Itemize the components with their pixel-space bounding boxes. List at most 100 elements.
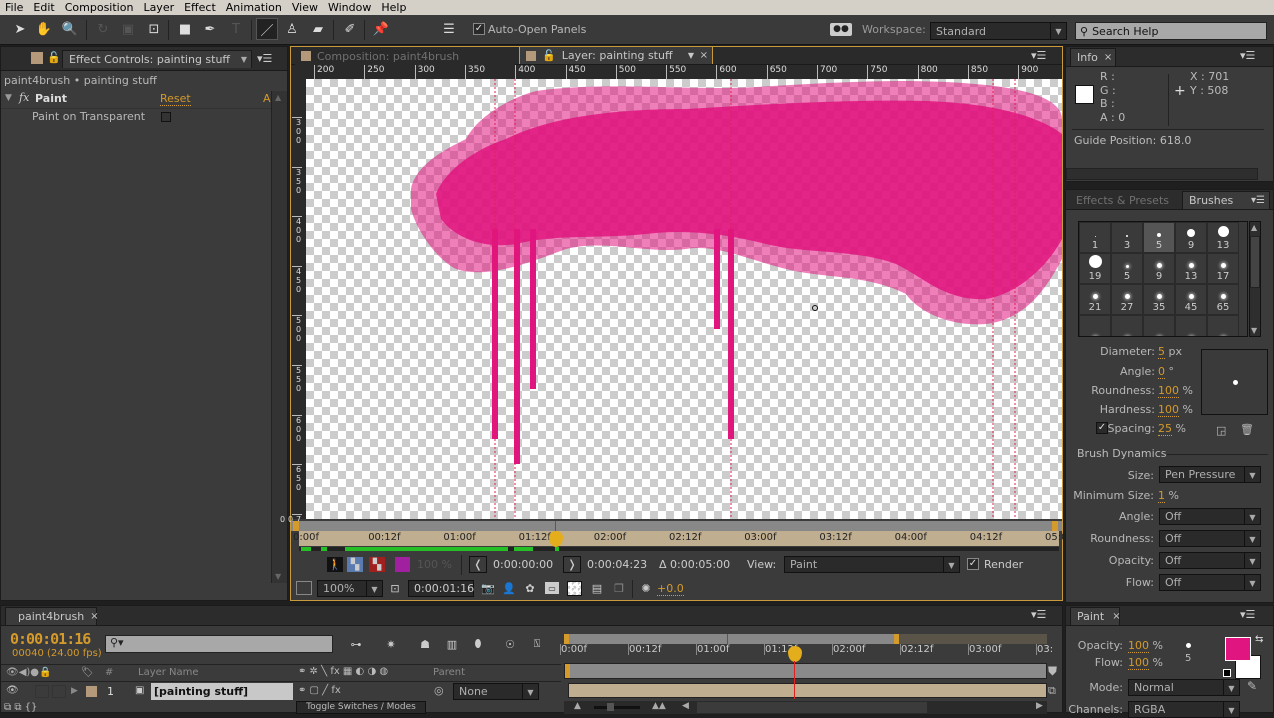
- new-brush-icon[interactable]: ◲: [1216, 424, 1226, 437]
- menu-file[interactable]: File: [0, 1, 28, 14]
- timeline-bottom-icons[interactable]: ⧉ ⧉ {}: [4, 702, 37, 713]
- tab-effects-presets[interactable]: Effects & Presets: [1070, 191, 1178, 209]
- scroll-up-icon[interactable]: ▲: [275, 93, 281, 102]
- swap-colors-icon[interactable]: ⇆: [1255, 634, 1263, 645]
- menu-edit[interactable]: Edit: [28, 1, 59, 14]
- region-of-interest-icon[interactable]: ⊡: [387, 581, 403, 596]
- brush-preset[interactable]: 19: [1079, 253, 1111, 284]
- effect-controls-scrollbar[interactable]: ▲ ▼: [271, 91, 287, 583]
- rectangle-tool-icon[interactable]: ■: [174, 18, 196, 40]
- hardness-value[interactable]: 100: [1158, 403, 1179, 417]
- exposure-icon[interactable]: ✺: [638, 581, 654, 596]
- workspace-dropdown[interactable]: Standard ▼: [930, 22, 1067, 40]
- paint-on-transparent-checkbox[interactable]: [161, 112, 171, 122]
- paint-mode-dropdown[interactable]: Normal ▼: [1128, 679, 1240, 696]
- panel-menu-icon[interactable]: ▾☰: [1240, 608, 1255, 621]
- panel-menu-icon[interactable]: ▾☰: [1240, 49, 1255, 62]
- min-size-field[interactable]: 1 %: [1158, 489, 1179, 503]
- viewer-time-ruler[interactable]: 0:00f 00:12f 01:00f 01:12f 02:00f 02:12f 03:00…: [293, 531, 1074, 546]
- panel-menu-icon[interactable]: ▾☰: [1031, 49, 1046, 62]
- scroll-down-icon[interactable]: ▼: [1251, 326, 1257, 335]
- zoom-in-icon[interactable]: ▲▲: [652, 701, 666, 711]
- channels-icon[interactable]: ✿: [522, 581, 538, 596]
- roto-brush-tool-icon[interactable]: ✐: [339, 18, 361, 40]
- brush-preset[interactable]: 65: [1207, 284, 1239, 315]
- pan-behind-tool-icon[interactable]: ⊡: [143, 18, 165, 40]
- chevron-down-icon[interactable]: ▼: [688, 51, 694, 60]
- close-icon[interactable]: ×: [1112, 611, 1120, 622]
- dyn-flow-dropdown[interactable]: Off ▼: [1159, 574, 1261, 591]
- layer-canvas[interactable]: [306, 79, 1062, 519]
- dyn-angle-dropdown[interactable]: Off ▼: [1159, 508, 1261, 525]
- menu-effect[interactable]: Effect: [179, 1, 221, 14]
- type-tool-icon[interactable]: T: [225, 18, 247, 40]
- snapshot-camera-icon[interactable]: 📷: [480, 581, 496, 596]
- layer-marker-icon[interactable]: ⧉: [1048, 684, 1056, 698]
- scroll-right-icon[interactable]: ▶: [1036, 701, 1043, 711]
- timeline-navigator-bar[interactable]: [564, 634, 1047, 644]
- tab-paint[interactable]: Paint ×: [1070, 607, 1121, 625]
- scroll-thumb[interactable]: [1250, 236, 1260, 288]
- paint-flow-value[interactable]: 100: [1128, 656, 1149, 670]
- fx-icon[interactable]: fx: [19, 91, 29, 104]
- onion-skin-icon[interactable]: ▚: [347, 557, 363, 572]
- zoom-tool-icon[interactable]: 🔍: [59, 18, 81, 40]
- work-area-start-handle[interactable]: [293, 521, 299, 531]
- brush-preset[interactable]: 5: [1111, 253, 1143, 284]
- brush-preset[interactable]: [1207, 315, 1239, 336]
- tab-timeline-comp[interactable]: paint4brush ×: [5, 607, 99, 625]
- brush-preset[interactable]: 1: [1079, 222, 1111, 253]
- expand-triangle-icon[interactable]: ▶: [71, 686, 78, 696]
- tab-info[interactable]: Info ×: [1070, 48, 1116, 66]
- panel-menu-icon[interactable]: ▾☰: [257, 52, 272, 65]
- dyn-roundness-dropdown[interactable]: Off ▼: [1159, 530, 1261, 547]
- set-in-point-button[interactable]: ❬: [469, 556, 487, 573]
- dyn-size-dropdown[interactable]: Pen Pressure ▼: [1159, 466, 1261, 483]
- render-checkbox[interactable]: ✓: [967, 558, 979, 570]
- dyn-opacity-dropdown[interactable]: Off ▼: [1159, 552, 1261, 569]
- menu-window[interactable]: Window: [323, 1, 376, 14]
- in-time[interactable]: 0:00:00:00: [493, 558, 553, 571]
- always-preview-icon[interactable]: [296, 581, 312, 595]
- brush-preset[interactable]: 21: [1079, 284, 1111, 315]
- info-scrollbar[interactable]: [1066, 168, 1258, 180]
- work-area-handle[interactable]: [565, 664, 570, 678]
- default-colors-icon[interactable]: [1223, 669, 1231, 677]
- comp-marker-bin-icon[interactable]: ⛊: [1048, 664, 1057, 679]
- delete-brush-icon[interactable]: 🗑: [1240, 423, 1254, 436]
- view-options-icon[interactable]: ❐: [611, 581, 627, 596]
- draft-3d-icon[interactable]: ✷: [381, 636, 401, 652]
- roundness-field[interactable]: 100 %: [1158, 384, 1193, 398]
- selection-tool-icon[interactable]: ➤: [9, 18, 31, 40]
- hide-shy-layers-icon[interactable]: ☗: [414, 636, 436, 652]
- graph-editor-icon[interactable]: ⍂: [526, 636, 548, 652]
- pick-whip-icon[interactable]: ◎: [434, 684, 444, 697]
- menu-animation[interactable]: Animation: [221, 1, 287, 14]
- close-icon[interactable]: ×: [700, 50, 708, 61]
- tab-brushes[interactable]: Brushes ▾☰: [1182, 191, 1270, 209]
- brush-preset[interactable]: 5: [1143, 222, 1175, 253]
- layer-row[interactable]: 👁 ▶ 1 ▣ [painting stuff] ⚭ ▢ ╱ fx ◎ None…: [1, 683, 561, 701]
- foreground-color-swatch[interactable]: [1225, 637, 1251, 661]
- layer-switches[interactable]: ⚭ ▢ ╱ fx: [298, 685, 341, 696]
- brush-tool-icon[interactable]: ／: [256, 18, 278, 40]
- workspace-icon[interactable]: ●●: [830, 23, 852, 36]
- menu-view[interactable]: View: [287, 1, 323, 14]
- brush-preset[interactable]: [1175, 315, 1207, 336]
- paint-channels-dropdown[interactable]: RGBA ▼: [1128, 701, 1240, 718]
- timeline-search-input[interactable]: ⚲▾: [105, 635, 333, 653]
- lock-icon[interactable]: 🔓: [47, 51, 61, 64]
- puppet-pin-tool-icon[interactable]: 📌: [370, 18, 392, 40]
- brainstorm-icon[interactable]: ☉: [499, 636, 521, 652]
- eyedropper-icon[interactable]: ✎: [1247, 679, 1257, 693]
- angle-field[interactable]: 0 °: [1158, 365, 1174, 379]
- tab-effect-controls[interactable]: Effect Controls: painting stuff ▼: [62, 50, 252, 68]
- toggle-switches-modes-button[interactable]: Toggle Switches / Modes: [296, 701, 426, 714]
- roundness-value[interactable]: 100: [1158, 384, 1179, 398]
- eraser-tool-icon[interactable]: ▰: [307, 18, 329, 40]
- tab-layer[interactable]: 🔓 Layer: painting stuff ▼ ×: [519, 46, 713, 64]
- clone-stamp-tool-icon[interactable]: ♙: [281, 18, 303, 40]
- scroll-up-icon[interactable]: ▲: [1251, 223, 1257, 232]
- render-preview-icon[interactable]: ▚: [369, 557, 385, 572]
- show-snapshot-icon[interactable]: 👤: [502, 581, 516, 596]
